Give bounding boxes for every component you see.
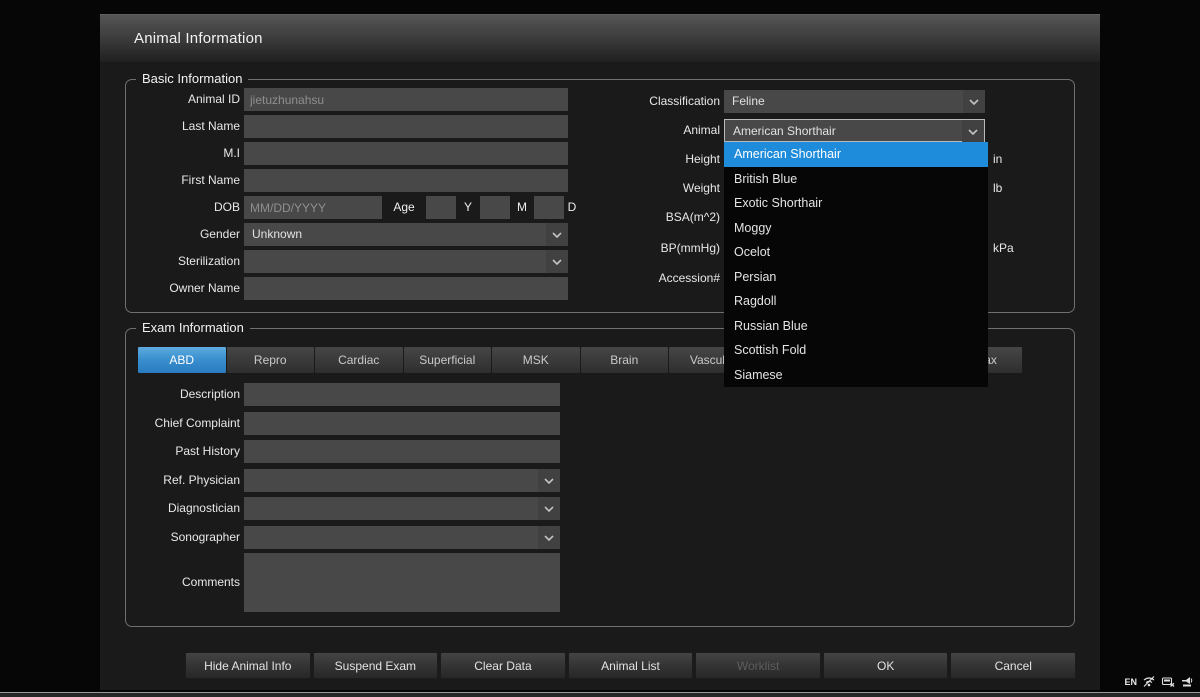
- tab-repro[interactable]: Repro: [226, 347, 314, 373]
- cancel-button[interactable]: Cancel: [950, 652, 1077, 679]
- dialog-titlebar: Animal Information: [100, 14, 1100, 62]
- age-months-input[interactable]: [480, 196, 510, 219]
- animal-id-label: Animal ID: [187, 92, 240, 106]
- dialog-title: Animal Information: [134, 30, 263, 47]
- classification-combobox[interactable]: Feline: [724, 90, 985, 113]
- bp-unit: kPa: [993, 241, 1014, 255]
- classification-value: Feline: [732, 94, 765, 108]
- chief-complaint-input[interactable]: [244, 412, 560, 435]
- animal-value: American Shorthair: [733, 124, 836, 138]
- classification-label: Classification: [649, 94, 720, 108]
- past-history-input[interactable]: [244, 440, 560, 463]
- mi-label: M.I: [223, 146, 240, 160]
- bottom-edge-bar: [0, 692, 1200, 697]
- ok-button[interactable]: OK: [822, 652, 949, 679]
- animal-dropdown-list: American Shorthair British Blue Exotic S…: [724, 142, 988, 387]
- comments-textarea[interactable]: [244, 553, 560, 612]
- tab-cardiac[interactable]: Cardiac: [315, 347, 403, 373]
- gender-label: Gender: [199, 227, 240, 241]
- height-label: Height: [685, 152, 720, 166]
- input-language-indicator: EN: [1124, 676, 1137, 687]
- chevron-down-icon: [538, 497, 560, 520]
- dropdown-option-siamese[interactable]: Siamese: [724, 363, 988, 388]
- recorder-icon: [1180, 675, 1194, 688]
- worklist-button: Worklist: [695, 652, 821, 679]
- diagnostician-combobox[interactable]: [244, 497, 560, 520]
- age-label: Age: [393, 200, 415, 214]
- description-label: Description: [179, 387, 240, 401]
- tab-abd[interactable]: ABD: [138, 347, 226, 373]
- dropdown-option-ocelot[interactable]: Ocelot: [724, 240, 988, 265]
- dropdown-option-exotic-shorthair[interactable]: Exotic Shorthair: [724, 191, 988, 216]
- diagnostician-label: Diagnostician: [167, 501, 240, 515]
- description-input[interactable]: [244, 383, 560, 406]
- animal-information-dialog: Animal Information Basic Information Ani…: [100, 14, 1100, 690]
- animal-combobox[interactable]: American Shorthair: [724, 119, 985, 143]
- basic-information-legend: Basic Information: [136, 71, 249, 86]
- tab-superficial[interactable]: Superficial: [403, 347, 491, 373]
- storage-x-icon: [1161, 675, 1175, 688]
- sonographer-combobox[interactable]: [244, 526, 560, 549]
- animal-label: Animal: [683, 123, 720, 137]
- tab-msk[interactable]: MSK: [492, 347, 580, 373]
- dropdown-option-american-shorthair[interactable]: American Shorthair: [724, 142, 988, 167]
- age-years-input[interactable]: [426, 196, 456, 219]
- exam-information-legend: Exam Information: [136, 320, 250, 335]
- chevron-down-icon: [538, 526, 560, 549]
- ref-physician-combobox[interactable]: [244, 469, 560, 492]
- sterilization-label: Sterilization: [177, 254, 240, 268]
- height-unit: in: [993, 152, 1003, 166]
- bp-label: BP(mmHg): [660, 241, 720, 255]
- suspend-exam-button[interactable]: Suspend Exam: [312, 652, 439, 679]
- dropdown-option-scottish-fold[interactable]: Scottish Fold: [724, 338, 988, 363]
- chevron-down-icon: [963, 90, 985, 113]
- status-bar: EN: [1124, 675, 1194, 688]
- bsa-label: BSA(m^2): [665, 210, 720, 224]
- dropdown-option-ragdoll[interactable]: Ragdoll: [724, 289, 988, 314]
- dob-input[interactable]: [244, 196, 382, 219]
- weight-unit: lb: [993, 181, 1003, 195]
- ref-physician-label: Ref. Physician: [163, 473, 240, 487]
- chief-complaint-label: Chief Complaint: [154, 416, 240, 430]
- dropdown-option-persian[interactable]: Persian: [724, 265, 988, 290]
- first-name-label: First Name: [181, 173, 240, 187]
- age-years-unit: Y: [463, 200, 472, 214]
- owner-name-label: Owner Name: [169, 281, 240, 295]
- accession-label: Accession#: [658, 271, 720, 285]
- clear-data-button[interactable]: Clear Data: [440, 652, 566, 679]
- dob-label: DOB: [213, 200, 240, 214]
- last-name-label: Last Name: [181, 119, 240, 133]
- hide-animal-info-button[interactable]: Hide Animal Info: [185, 652, 311, 679]
- animal-list-button[interactable]: Animal List: [567, 652, 694, 679]
- chevron-down-icon: [538, 469, 560, 492]
- dropdown-option-russian-blue[interactable]: Russian Blue: [724, 314, 988, 339]
- weight-label: Weight: [682, 181, 720, 195]
- gender-value: Unknown: [252, 227, 303, 241]
- chevron-down-icon: [962, 120, 984, 143]
- tab-brain[interactable]: Brain: [580, 347, 668, 373]
- dropdown-option-british-blue[interactable]: British Blue: [724, 167, 988, 192]
- sonographer-label: Sonographer: [170, 530, 240, 544]
- network-off-icon: [1142, 675, 1156, 688]
- past-history-label: Past History: [175, 444, 240, 458]
- dropdown-option-moggy[interactable]: Moggy: [724, 216, 988, 241]
- comments-label: Comments: [181, 575, 240, 589]
- footer-button-bar: Hide Animal Info Suspend Exam Clear Data…: [185, 652, 1077, 679]
